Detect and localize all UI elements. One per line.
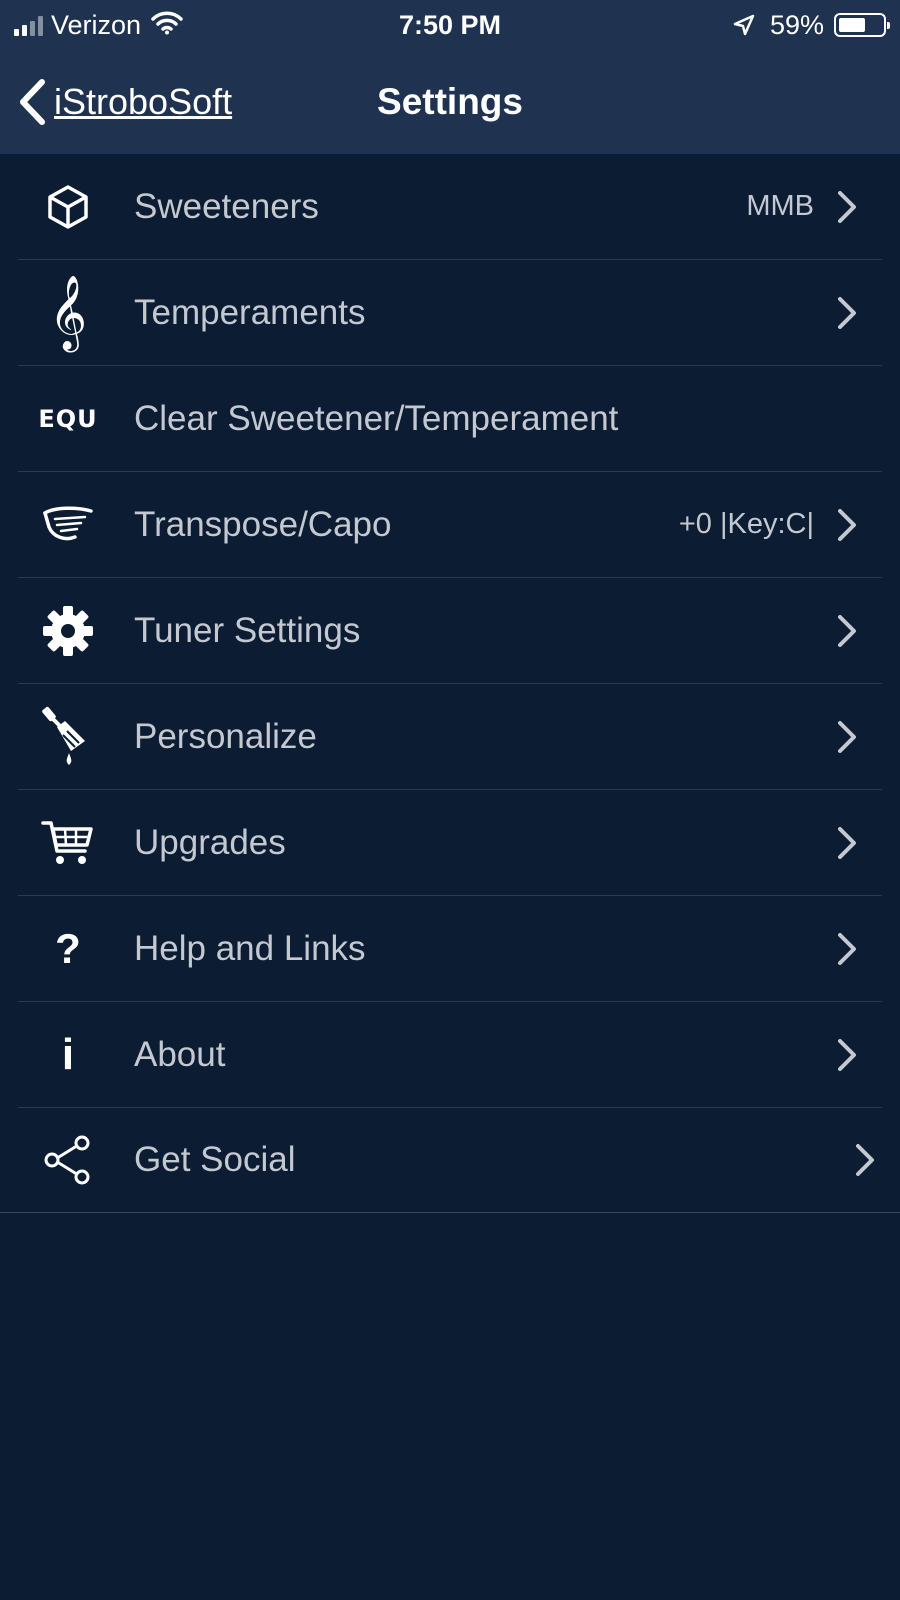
settings-item-label: Sweeteners [134, 186, 319, 226]
settings-item-clear-sweetener-temperament[interactable]: EQU Clear Sweetener/Temperament [18, 366, 882, 472]
settings-item-personalize[interactable]: Personalize [18, 684, 882, 790]
capo-icon [18, 485, 118, 565]
settings-item-value: MMB [746, 190, 814, 222]
settings-list: Sweeteners MMB 𝄞 Temperaments EQU Clear … [0, 154, 900, 1213]
chevron-right-icon [834, 717, 860, 757]
chevron-right-icon [834, 187, 860, 227]
navigation-bar: iStroboSoft Settings [0, 50, 900, 154]
gear-icon [18, 591, 118, 671]
wifi-icon [151, 11, 183, 40]
carrier-name: Verizon [51, 9, 142, 40]
treble-clef-icon: 𝄞 [49, 275, 87, 350]
settings-item-help-and-links[interactable]: ? Help and Links [18, 896, 882, 1002]
chevron-right-icon [834, 293, 860, 333]
settings-item-temperaments[interactable]: 𝄞 Temperaments [18, 260, 882, 366]
chevron-left-icon [18, 78, 46, 126]
battery-nub [887, 22, 890, 29]
settings-item-tuner-settings[interactable]: Tuner Settings [18, 578, 882, 684]
back-button[interactable]: iStroboSoft [18, 50, 232, 154]
location-arrow-icon [732, 13, 756, 37]
settings-item-transpose-capo[interactable]: Transpose/Capo +0 |Key:C| [18, 472, 882, 578]
settings-item-label: Upgrades [134, 822, 286, 862]
back-button-label: iStroboSoft [54, 81, 233, 122]
chevron-right-icon [834, 929, 860, 969]
settings-item-label: Temperaments [134, 292, 366, 332]
settings-item-get-social[interactable]: Get Social [0, 1108, 900, 1213]
settings-item-value: +0 |Key:C| [678, 508, 814, 540]
share-icon [18, 1120, 118, 1200]
equ-icon-text: EQU [38, 404, 98, 433]
settings-item-label: Clear Sweetener/Temperament [134, 398, 619, 438]
battery-icon [834, 13, 890, 37]
paintbrush-icon [18, 697, 118, 777]
battery-fill [839, 18, 865, 32]
settings-item-about[interactable]: i About [18, 1002, 882, 1108]
chevron-right-icon [834, 823, 860, 863]
shopping-cart-icon [18, 803, 118, 883]
settings-item-label: About [134, 1034, 226, 1074]
settings-item-upgrades[interactable]: Upgrades [18, 790, 882, 896]
equ-icon: EQU [18, 379, 118, 459]
chevron-right-icon [852, 1140, 878, 1180]
battery-percent: 59% [769, 9, 824, 40]
question-icon: ? [18, 909, 118, 989]
status-bar: Verizon 7:50 PM 59% [0, 0, 900, 50]
settings-item-label: Help and Links [134, 928, 366, 968]
info-icon-glyph: i [61, 1029, 75, 1079]
signal-icon [14, 14, 43, 36]
chevron-right-icon [834, 611, 860, 651]
info-icon: i [18, 1015, 118, 1095]
chevron-right-icon [834, 505, 860, 545]
question-icon-glyph: ? [55, 924, 81, 972]
settings-item-sweeteners[interactable]: Sweeteners MMB [18, 154, 882, 260]
settings-item-label: Personalize [134, 716, 317, 756]
settings-item-label: Get Social [134, 1140, 296, 1179]
status-right: 59% [732, 8, 890, 42]
chevron-right-icon [834, 1035, 860, 1075]
settings-item-label: Tuner Settings [134, 610, 361, 650]
status-left: Verizon [14, 8, 183, 42]
cube-icon [18, 167, 118, 247]
clock: 7:50 PM [398, 9, 502, 40]
settings-item-label: Transpose/Capo [134, 504, 392, 544]
